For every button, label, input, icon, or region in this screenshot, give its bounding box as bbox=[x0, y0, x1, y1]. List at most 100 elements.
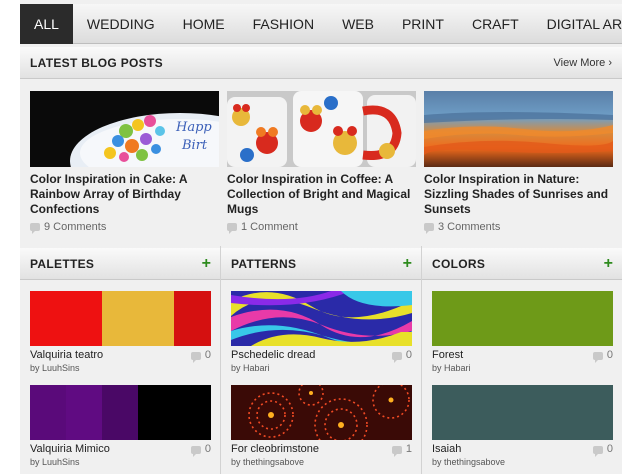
comment-count[interactable]: 0 bbox=[391, 349, 412, 363]
palette-author: by LuuhSins bbox=[30, 362, 211, 374]
comment-count[interactable]: 0 bbox=[190, 349, 211, 363]
palette-swatch[interactable] bbox=[30, 291, 211, 346]
column-divider bbox=[421, 246, 422, 474]
nav-item-digital-art[interactable]: DIGITAL ART bbox=[533, 4, 622, 44]
color-author: by thethingsabove bbox=[432, 456, 613, 468]
nav-item-print[interactable]: PRINT bbox=[388, 4, 458, 44]
palette-name-text: Valquiria Mimico bbox=[30, 443, 110, 455]
author-link[interactable]: by LuuhSins bbox=[30, 363, 80, 373]
patterns-title: PATTERNS bbox=[231, 257, 297, 271]
nav-item-wedding[interactable]: WEDDING bbox=[73, 4, 169, 44]
pattern-name[interactable]: For cleobrimstone 1 bbox=[231, 443, 412, 457]
sunset-image[interactable] bbox=[424, 91, 613, 167]
comment-icon bbox=[190, 445, 201, 457]
comment-icon bbox=[424, 223, 434, 234]
pattern-author: by Habari bbox=[231, 362, 412, 374]
blog-post-title[interactable]: Color Inspiration in Cake: A Rainbow Arr… bbox=[30, 172, 219, 217]
nav-item-home[interactable]: HOME bbox=[169, 4, 239, 44]
color-author: by Habari bbox=[432, 362, 613, 374]
comments-link[interactable]: 1 Comment bbox=[227, 221, 416, 234]
palettes-header: PALETTES + bbox=[20, 248, 220, 280]
comment-count[interactable]: 1 bbox=[391, 443, 412, 457]
comment-count-text: 1 bbox=[405, 443, 412, 455]
color-name[interactable]: Forest 0 bbox=[432, 349, 613, 363]
comment-count-text: 0 bbox=[405, 349, 412, 361]
blog-section-title: LATEST BLOG POSTS bbox=[30, 56, 163, 70]
colors-title: COLORS bbox=[432, 257, 486, 271]
author-link[interactable]: by thethingsabove bbox=[432, 457, 505, 467]
comment-count[interactable]: 0 bbox=[190, 443, 211, 457]
comments-link[interactable]: 3 Comments bbox=[424, 221, 613, 234]
pattern-name-text: For cleobrimstone bbox=[231, 443, 320, 455]
palette-card: Valquiria Mimico 0 by LuuhSins bbox=[30, 385, 211, 468]
color-swatch[interactable] bbox=[432, 291, 613, 346]
blog-post-title[interactable]: Color Inspiration in Coffee: A Collectio… bbox=[227, 172, 416, 217]
nav-item-craft[interactable]: CRAFT bbox=[458, 4, 533, 44]
blog-post-title[interactable]: Color Inspiration in Nature: Sizzling Sh… bbox=[424, 172, 613, 217]
comment-icon bbox=[391, 351, 402, 363]
comment-icon bbox=[30, 223, 40, 234]
comment-count-text: 0 bbox=[606, 349, 613, 361]
comment-count-text: 0 bbox=[204, 443, 211, 455]
svg-text:Happ: Happ bbox=[175, 120, 212, 135]
blog-post-card: Color Inspiration in Coffee: A Collectio… bbox=[227, 91, 416, 234]
comment-icon bbox=[391, 445, 402, 457]
palette-color-segment bbox=[30, 385, 66, 440]
palette-color-segment bbox=[66, 385, 102, 440]
palette-name[interactable]: Valquiria teatro 0 bbox=[30, 349, 211, 363]
svg-text:Birt: Birt bbox=[181, 138, 208, 153]
palette-author: by LuuhSins bbox=[30, 456, 211, 468]
comments-link[interactable]: 9 Comments bbox=[30, 221, 219, 234]
palette-swatch[interactable] bbox=[30, 385, 211, 440]
pattern-card: Pschedelic dread 0 by Habari bbox=[231, 291, 412, 374]
pattern-author: by thethingsabove bbox=[231, 456, 412, 468]
pattern-swatch[interactable] bbox=[231, 291, 412, 346]
add-pattern-button[interactable]: + bbox=[403, 248, 412, 280]
blog-section-header: LATEST BLOG POSTS View More › bbox=[20, 47, 622, 79]
view-more-link[interactable]: View More › bbox=[554, 47, 612, 79]
pattern-name-text: Pschedelic dread bbox=[231, 349, 316, 361]
author-link[interactable]: by LuuhSins bbox=[30, 457, 80, 467]
color-name-text: Isaiah bbox=[432, 443, 462, 455]
color-name[interactable]: Isaiah 0 bbox=[432, 443, 613, 457]
pattern-name[interactable]: Pschedelic dread 0 bbox=[231, 349, 412, 363]
nav-item-all[interactable]: ALL bbox=[20, 4, 73, 44]
palette-color-segment bbox=[102, 291, 138, 346]
nav-item-web[interactable]: WEB bbox=[328, 4, 388, 44]
palette-color-segment bbox=[174, 291, 211, 346]
author-link[interactable]: by thethingsabove bbox=[231, 457, 304, 467]
add-palette-button[interactable]: + bbox=[202, 248, 211, 280]
pattern-swatch[interactable] bbox=[231, 385, 412, 440]
comment-count-text: 0 bbox=[204, 349, 211, 361]
comments-count: 3 Comments bbox=[438, 221, 501, 233]
mugs-image[interactable] bbox=[227, 91, 416, 167]
cake-image[interactable]: Happ Birt bbox=[30, 91, 219, 167]
comment-count[interactable]: 0 bbox=[592, 349, 613, 363]
color-card: Forest 0 by Habari bbox=[432, 291, 613, 374]
color-fill bbox=[432, 291, 613, 346]
palette-color-segment bbox=[138, 291, 174, 346]
palette-name[interactable]: Valquiria Mimico 0 bbox=[30, 443, 211, 457]
palettes-title: PALETTES bbox=[30, 257, 95, 271]
comments-count: 1 Comment bbox=[241, 221, 298, 233]
blog-post-card: Happ Birt Color Inspiration in Cake: A R… bbox=[30, 91, 219, 234]
page-frame: ALL WEDDING HOME FASHION WEB PRINT CRAFT… bbox=[20, 0, 622, 474]
palette-color-segment bbox=[102, 385, 138, 440]
palette-card: Valquiria teatro 0 by LuuhSins bbox=[30, 291, 211, 374]
color-card: Isaiah 0 by thethingsabove bbox=[432, 385, 613, 468]
nav-item-fashion[interactable]: FASHION bbox=[239, 4, 328, 44]
color-swatch[interactable] bbox=[432, 385, 613, 440]
comments-count: 9 Comments bbox=[44, 221, 107, 233]
palette-name-text: Valquiria teatro bbox=[30, 349, 104, 361]
author-link[interactable]: by Habari bbox=[231, 363, 270, 373]
author-link[interactable]: by Habari bbox=[432, 363, 471, 373]
patterns-header: PATTERNS + bbox=[221, 248, 421, 280]
comment-icon bbox=[592, 445, 603, 457]
comment-count[interactable]: 0 bbox=[592, 443, 613, 457]
category-nav: ALL WEDDING HOME FASHION WEB PRINT CRAFT… bbox=[20, 4, 622, 44]
add-color-button[interactable]: + bbox=[604, 248, 613, 280]
comment-icon bbox=[227, 223, 237, 234]
comment-count-text: 0 bbox=[606, 443, 613, 455]
pattern-card: For cleobrimstone 1 by thethingsabove bbox=[231, 385, 412, 468]
column-divider bbox=[220, 246, 221, 474]
